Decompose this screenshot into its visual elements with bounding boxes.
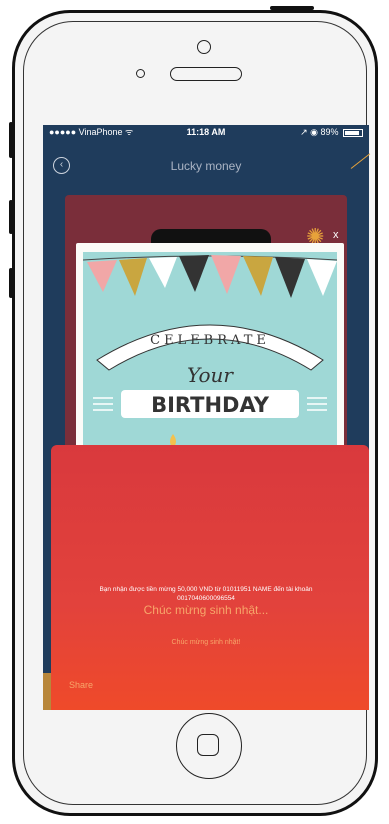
pennant-gold <box>119 258 147 296</box>
wish-main: Chúc mừng sinh nhật... <box>143 603 269 617</box>
nav-bar: ‹ Lucky money <box>43 155 369 177</box>
home-button[interactable] <box>176 713 242 779</box>
pennant-black-2 <box>275 257 305 298</box>
status-bar: ●●●●● VinaPhone ᯤ 11:18 AM ↗ ◉ 89% <box>43 125 369 139</box>
envelope-front <box>51 445 369 710</box>
front-camera <box>197 40 211 54</box>
power-button <box>270 6 314 10</box>
birthday-text: BIRTHDAY <box>151 393 270 417</box>
back-icon[interactable]: ‹ <box>53 157 70 174</box>
nav-title: Lucky money <box>170 159 242 173</box>
status-right: ↗ ◉ 89% <box>300 125 363 139</box>
proximity-sensor <box>136 69 145 78</box>
side-button-volume-up <box>9 200 13 234</box>
share-button[interactable]: Share <box>69 680 93 690</box>
close-button[interactable]: x <box>333 229 339 241</box>
pennant-black <box>179 255 209 292</box>
wish-small: Chúc mừng sinh nhật! <box>171 639 241 646</box>
side-button-top <box>9 122 13 158</box>
earpiece-speaker <box>170 67 242 81</box>
pennant-white-2 <box>307 259 337 296</box>
celebrate-text: CELEBRATE <box>150 333 270 348</box>
pennant-pink-2 <box>211 255 241 294</box>
home-square-icon <box>197 734 219 756</box>
bottom-strip <box>43 673 51 710</box>
battery-icon <box>343 128 363 137</box>
pennant-pink <box>87 260 117 292</box>
transfer-message: Bạn nhận được tiền mừng 50,000 VND từ 01… <box>99 586 313 602</box>
pennant-white <box>149 257 177 288</box>
pennant-gold-2 <box>243 256 273 296</box>
your-text: Your <box>187 363 234 387</box>
battery-label: ↗ ◉ 89% <box>300 127 339 137</box>
phone-screen: ●●●●● VinaPhone ᯤ 11:18 AM ↗ ◉ 89% ‹ Luc… <box>43 125 369 710</box>
side-button-volume-down <box>9 268 13 298</box>
